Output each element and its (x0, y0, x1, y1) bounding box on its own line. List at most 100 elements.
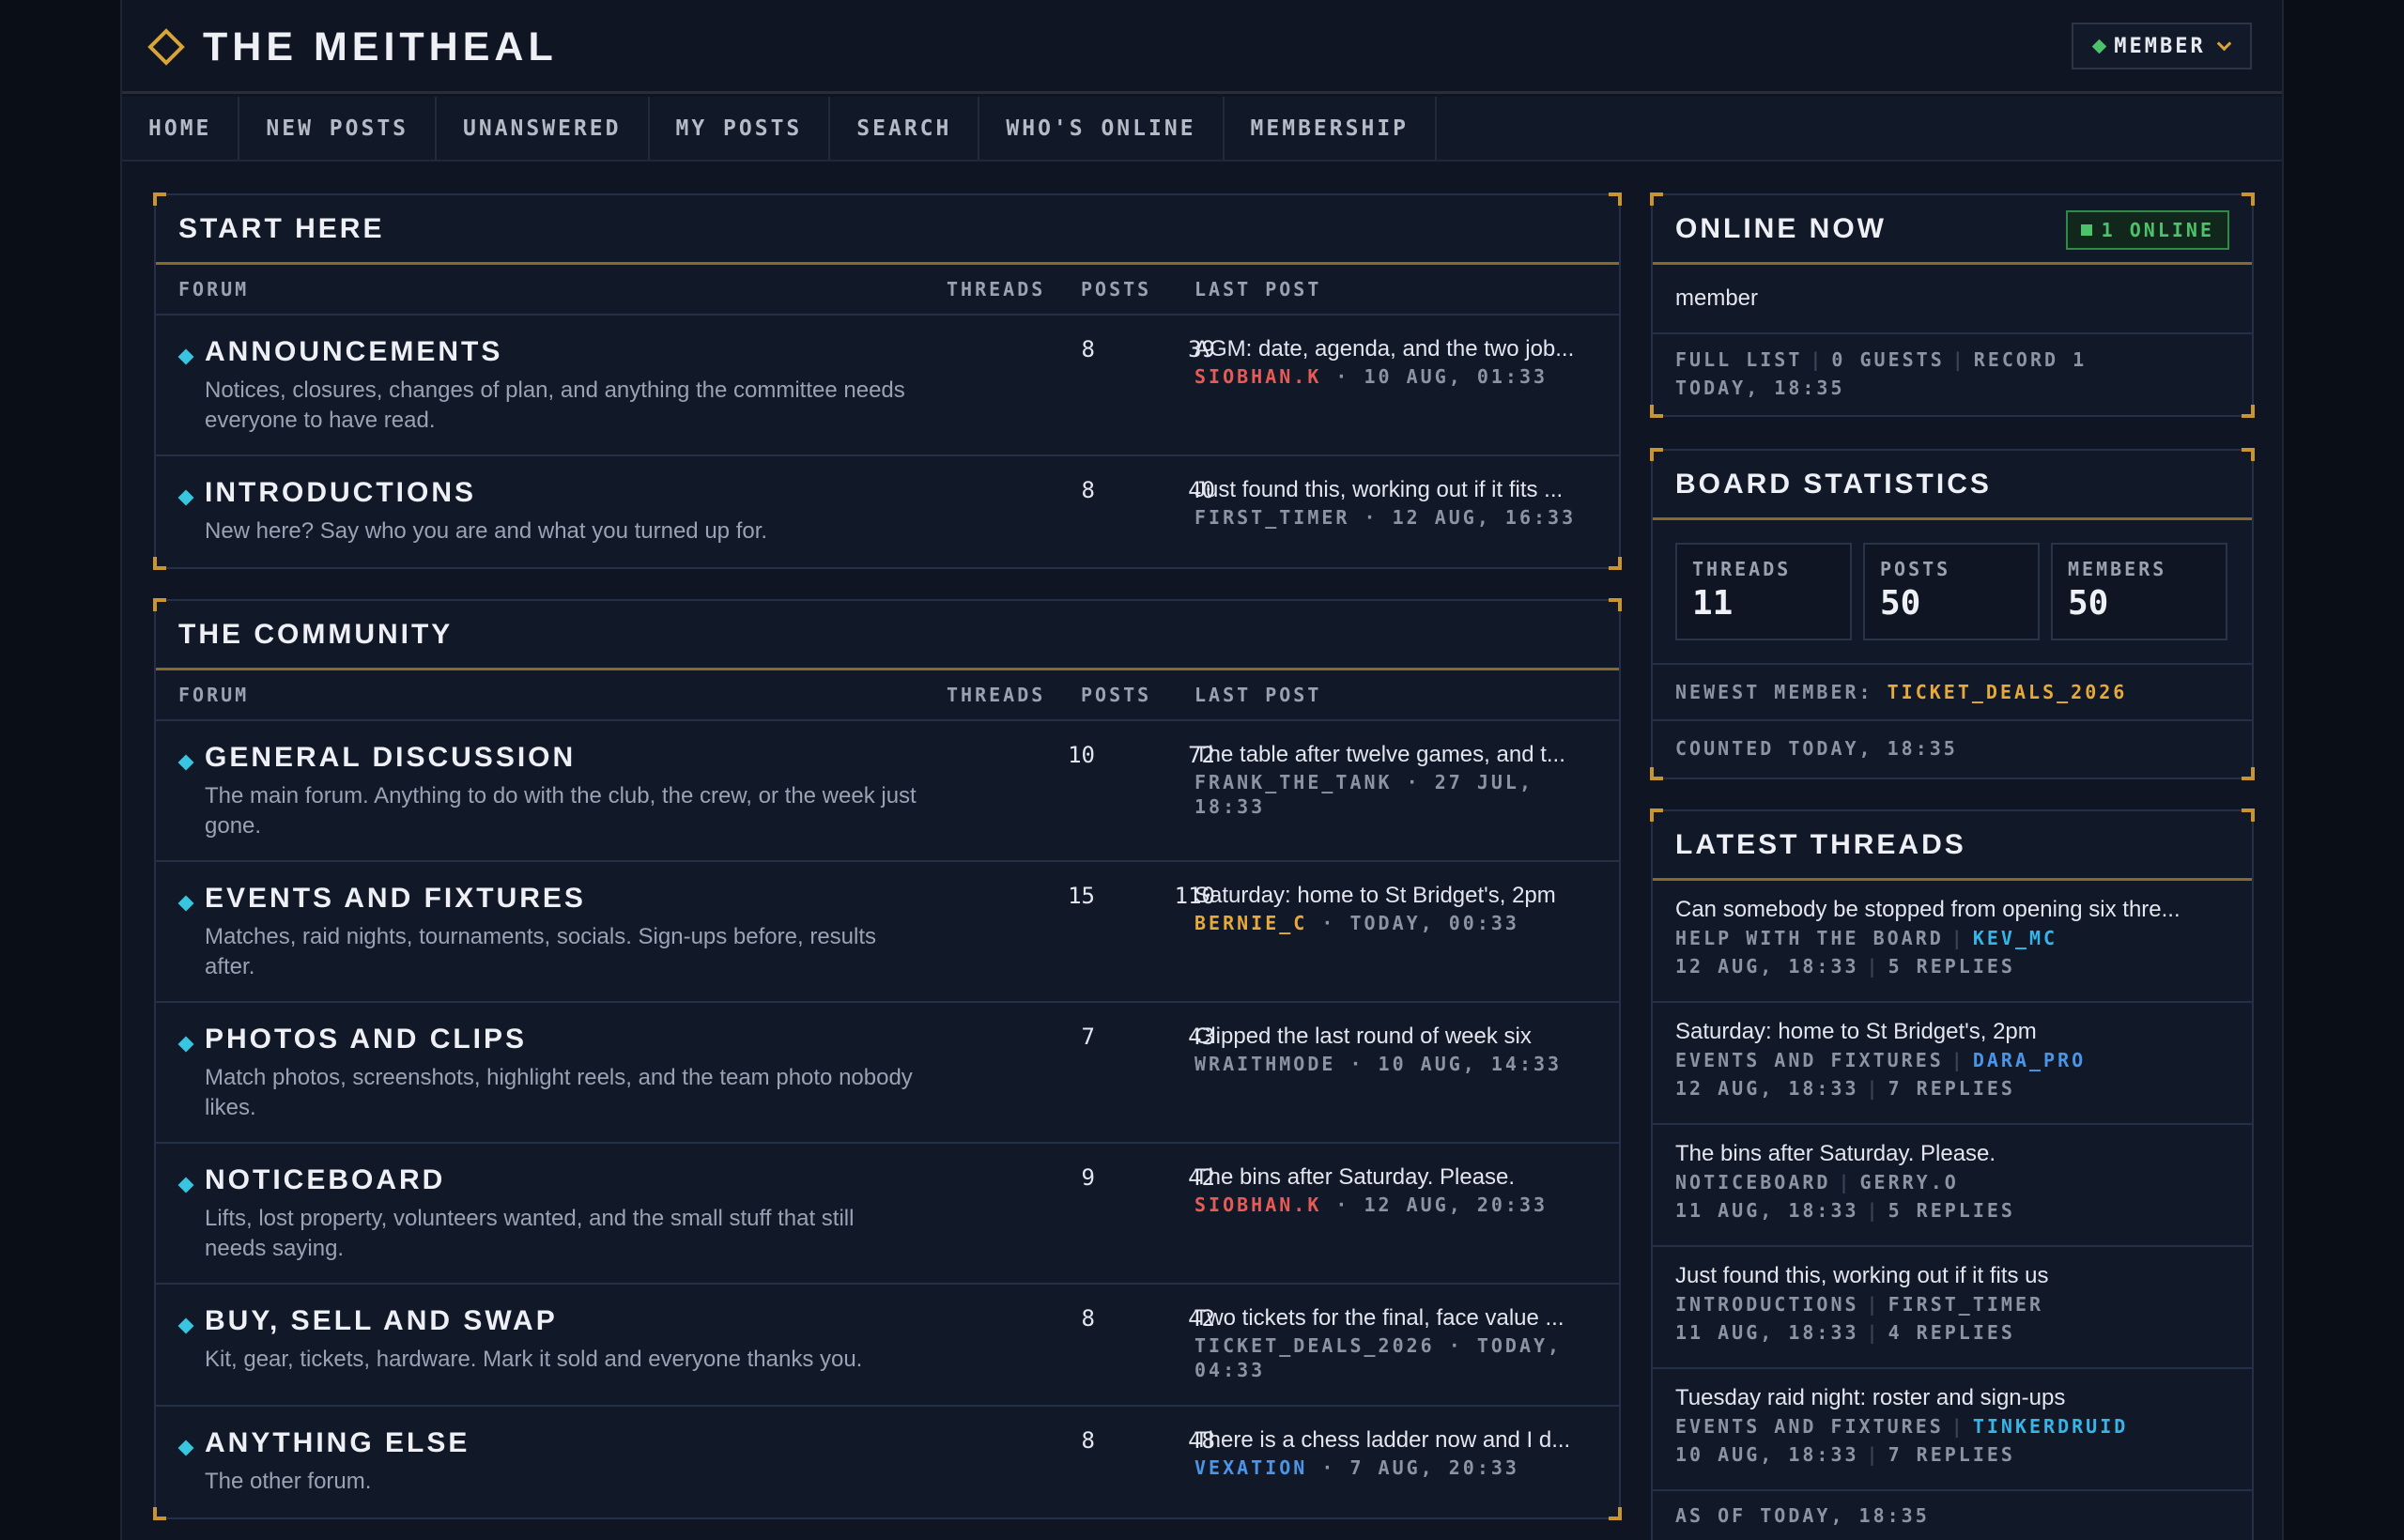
thread-user[interactable]: FIRST_TIMER (1888, 1293, 2043, 1316)
thread-count: 8 (1081, 336, 1095, 362)
forum-name[interactable]: GENERAL DISCUSSION (205, 742, 576, 774)
col-posts: POSTS (1081, 278, 1152, 300)
last-post-time: · 12 AUG, 16:33 (1349, 506, 1577, 529)
forum-diamond-icon (177, 489, 194, 506)
board-statistics-panel: BOARD STATISTICS THREADS 11 POSTS 50 MEM… (1650, 448, 2255, 780)
thread-replies: 7 REPLIES (1888, 1443, 2015, 1466)
latest-thread-item[interactable]: The bins after Saturday. Please. NOTICEB… (1653, 1125, 2252, 1247)
last-post-meta: SIOBHAN.K · 10 AUG, 01:33 (1194, 364, 1593, 389)
forum-diamond-icon (177, 1177, 194, 1194)
latest-thread-item[interactable]: Can somebody be stopped from opening six… (1653, 881, 2252, 1003)
thread-forum[interactable]: INTRODUCTIONS (1675, 1293, 1859, 1316)
forum-name[interactable]: ANNOUNCEMENTS (205, 336, 502, 368)
last-post-time: · TODAY, 00:33 (1307, 912, 1519, 934)
latest-thread-item[interactable]: Just found this, working out if it fits … (1653, 1247, 2252, 1369)
chevron-down-icon (2216, 36, 2232, 51)
thread-count: 8 (1081, 1305, 1095, 1332)
last-post-title[interactable]: Just found this, working out if it fits … (1194, 477, 1593, 503)
last-post-user[interactable]: TICKET_DEALS_2026 (1194, 1334, 1435, 1357)
thread-forum[interactable]: HELP WITH THE BOARD (1675, 927, 1944, 949)
stat-value: 50 (1880, 584, 1921, 623)
last-post-time: · 10 AUG, 01:33 (1321, 365, 1549, 388)
forum-name[interactable]: BUY, SELL AND SWAP (205, 1305, 558, 1337)
stat-label: THREADS (1692, 558, 1792, 580)
nav-new-posts[interactable]: NEW POSTS (239, 97, 438, 160)
online-status-icon (2080, 224, 2092, 236)
col-forum: FORUM (178, 278, 250, 300)
thread-title[interactable]: Can somebody be stopped from opening six… (1675, 896, 2229, 924)
stat-members: MEMBERS 50 (2051, 543, 2227, 640)
forum-row-anything-else[interactable]: ANYTHING ELSE The other forum. 8 48 Ther… (156, 1407, 1619, 1516)
last-post-time: · 12 AUG, 20:33 (1321, 1194, 1549, 1216)
last-post-user[interactable]: FRANK_THE_TANK (1194, 771, 1393, 793)
thread-user[interactable]: DARA_PRO (1973, 1049, 2086, 1071)
thread-user[interactable]: TINKERDRUID (1973, 1415, 2128, 1438)
nav-search[interactable]: SEARCH (830, 97, 980, 160)
thread-user[interactable]: KEV_MC (1973, 927, 2057, 949)
thread-title[interactable]: Just found this, working out if it fits … (1675, 1262, 2229, 1290)
nav-membership[interactable]: MEMBERSHIP (1225, 97, 1438, 160)
last-post-time: · 10 AUG, 14:33 (1335, 1053, 1563, 1075)
forum-row-announcements[interactable]: ANNOUNCEMENTS Notices, closures, changes… (156, 316, 1619, 456)
online-count-badge: 1 ONLINE (2065, 210, 2229, 250)
forum-row-buy-sell-swap[interactable]: BUY, SELL AND SWAP Kit, gear, tickets, h… (156, 1285, 1619, 1407)
latest-thread-item[interactable]: Tuesday raid night: roster and sign-ups … (1653, 1369, 2252, 1491)
forum-row-photos-and-clips[interactable]: PHOTOS AND CLIPS Match photos, screensho… (156, 1003, 1619, 1144)
last-post-user[interactable]: SIOBHAN.K (1194, 365, 1321, 388)
thread-title[interactable]: Tuesday raid night: roster and sign-ups (1675, 1384, 2229, 1412)
last-post-meta: TICKET_DEALS_2026 · TODAY, 04:33 (1194, 1333, 1593, 1382)
last-post-title[interactable]: The table after twelve games, and t... (1194, 742, 1593, 768)
forum-name[interactable]: NOTICEBOARD (205, 1164, 445, 1196)
last-post-user[interactable]: FIRST_TIMER (1194, 506, 1349, 529)
forum-row-introductions[interactable]: INTRODUCTIONS New here? Say who you are … (156, 456, 1619, 565)
col-threads: THREADS (947, 278, 1046, 300)
latest-as-of-row: AS OF TODAY, 18:35 (1653, 1491, 2252, 1540)
stat-value: 11 (1692, 584, 1734, 623)
thread-title[interactable]: Saturday: home to St Bridget's, 2pm (1675, 1018, 2229, 1046)
forum-row-events-and-fixtures[interactable]: EVENTS AND FIXTURES Matches, raid nights… (156, 862, 1619, 1003)
thread-forum[interactable]: EVENTS AND FIXTURES (1675, 1049, 1944, 1071)
forum-row-noticeboard[interactable]: NOTICEBOARD Lifts, lost property, volunt… (156, 1144, 1619, 1285)
online-user[interactable]: member (1675, 285, 1758, 312)
forum-row-general-discussion[interactable]: GENERAL DISCUSSION The main forum. Anyth… (156, 721, 1619, 862)
thread-time: 12 AUG, 18:33 (1675, 955, 1859, 978)
forum-name[interactable]: EVENTS AND FIXTURES (205, 883, 586, 915)
last-post-title[interactable]: Clipped the last round of week six (1194, 1024, 1593, 1050)
last-post-title[interactable]: The bins after Saturday. Please. (1194, 1164, 1593, 1191)
last-post-title[interactable]: AGM: date, agenda, and the two job... (1194, 336, 1593, 362)
thread-forum[interactable]: NOTICEBOARD (1675, 1171, 1830, 1194)
latest-thread-item[interactable]: Saturday: home to St Bridget's, 2pm EVEN… (1653, 1003, 2252, 1125)
thread-title[interactable]: The bins after Saturday. Please. (1675, 1140, 2229, 1168)
member-menu-button[interactable]: MEMBER (2072, 23, 2252, 69)
section-title: THE COMMUNITY (156, 601, 1619, 670)
nav-unanswered[interactable]: UNANSWERED (437, 97, 650, 160)
forum-name[interactable]: INTRODUCTIONS (205, 477, 476, 509)
col-last-post: LAST POST (1194, 278, 1322, 300)
column-header: FORUM THREADS POSTS LAST POST (156, 265, 1619, 316)
last-post-title[interactable]: Saturday: home to St Bridget's, 2pm (1194, 883, 1593, 909)
last-post-user[interactable]: SIOBHAN.K (1194, 1194, 1321, 1216)
nav-whos-online[interactable]: WHO'S ONLINE (979, 97, 1225, 160)
nav-home[interactable]: HOME (122, 97, 240, 160)
last-post-meta: SIOBHAN.K · 12 AUG, 20:33 (1194, 1193, 1593, 1217)
last-post-title[interactable]: There is a chess ladder now and I d... (1194, 1427, 1593, 1454)
thread-time: 10 AUG, 18:33 (1675, 1443, 1859, 1466)
full-list-link[interactable]: FULL LIST (1675, 348, 1802, 371)
forum-desc: Kit, gear, tickets, hardware. Mark it so… (205, 1347, 863, 1372)
panel-title: BOARD STATISTICS (1653, 451, 2252, 520)
last-post-user[interactable]: WRAITHMODE (1194, 1053, 1335, 1075)
thread-user[interactable]: GERRY.O (1860, 1171, 1959, 1194)
online-now-header: ONLINE NOW 1 ONLINE (1653, 195, 2252, 265)
thread-count: 15 (1068, 883, 1095, 909)
newest-member-link[interactable]: TICKET_DEALS_2026 (1888, 681, 2128, 703)
last-post-user[interactable]: BERNIE_C (1194, 912, 1307, 934)
thread-count: 8 (1081, 477, 1095, 503)
nav-my-posts[interactable]: MY POSTS (650, 97, 831, 160)
thread-forum[interactable]: EVENTS AND FIXTURES (1675, 1415, 1944, 1438)
last-post-title[interactable]: Two tickets for the final, face value ..… (1194, 1305, 1593, 1332)
site-title[interactable]: THE MEITHEAL (203, 19, 558, 75)
forum-name[interactable]: ANYTHING ELSE (205, 1427, 470, 1459)
forum-name[interactable]: PHOTOS AND CLIPS (205, 1024, 527, 1055)
last-post-user[interactable]: VEXATION (1194, 1456, 1307, 1479)
panel-title: ONLINE NOW (1675, 212, 1887, 244)
